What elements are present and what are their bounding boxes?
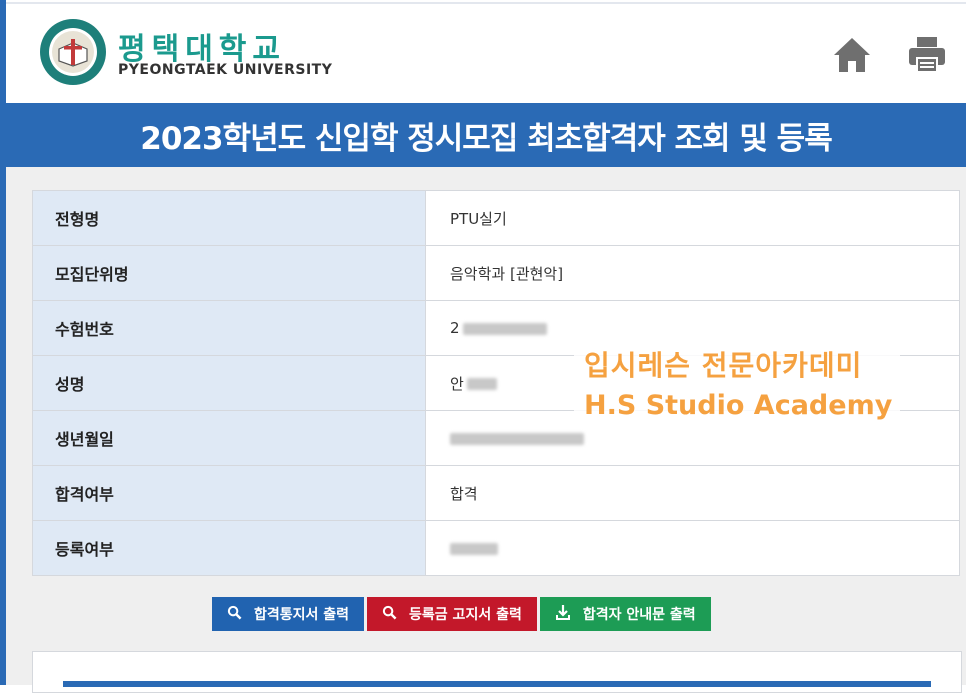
redacted-blur bbox=[450, 432, 584, 445]
page-title-bar: 2023학년도 신입학 정시모집 최초합격자 조회 및 등록 bbox=[6, 103, 966, 167]
table-row: 모집단위명 음악학과 [관현악] bbox=[32, 245, 960, 301]
home-icon[interactable] bbox=[832, 34, 872, 74]
redacted-blur bbox=[466, 378, 497, 390]
print-acceptance-notice-label: 합격통지서 출력 bbox=[254, 607, 350, 623]
redacted-blur bbox=[462, 322, 547, 335]
print-admission-guide-button[interactable]: 합격자 안내문 출력 bbox=[539, 597, 711, 631]
watermark-line2: H.S Studio Academy bbox=[584, 390, 893, 421]
lower-panel bbox=[32, 651, 962, 693]
redacted-blur bbox=[450, 542, 498, 555]
row-label-exam-number: 수험번호 bbox=[32, 300, 426, 356]
logo-english-text: PYEONGTAEK UNIVERSITY bbox=[118, 62, 333, 78]
row-value-department: 음악학과 [관현악] bbox=[425, 245, 960, 301]
row-label-admission-type: 전형명 bbox=[32, 190, 426, 246]
row-label-department: 모집단위명 bbox=[32, 245, 426, 301]
lower-panel-bar bbox=[63, 681, 931, 687]
print-admission-guide-label: 합격자 안내문 출력 bbox=[582, 607, 696, 623]
row-label-birthdate: 생년월일 bbox=[32, 410, 426, 466]
action-buttons: 합격통지서 출력 등록금 고지서 출력 합격자 안내문 출력 bbox=[212, 597, 711, 631]
row-value-name: 안 bbox=[450, 374, 464, 393]
table-row: 전형명 PTU실기 bbox=[32, 190, 960, 246]
download-icon bbox=[555, 604, 571, 624]
row-value-exam-number: 2 bbox=[450, 319, 460, 337]
university-emblem-icon bbox=[40, 19, 106, 85]
table-row: 합격여부 합격 bbox=[32, 465, 960, 521]
search-icon bbox=[227, 605, 242, 624]
row-label-name: 성명 bbox=[32, 355, 426, 411]
table-row: 등록여부 bbox=[32, 520, 960, 576]
search-icon bbox=[382, 605, 397, 624]
row-value-admission-type: PTU실기 bbox=[425, 190, 960, 246]
row-value-pass-status: 합격 bbox=[425, 465, 960, 521]
row-label-registration-status: 등록여부 bbox=[32, 520, 426, 576]
row-value-registration-cell bbox=[425, 520, 960, 576]
page-title: 2023학년도 신입학 정시모집 최초합격자 조회 및 등록 bbox=[140, 120, 832, 157]
printer-icon[interactable] bbox=[906, 34, 948, 74]
academy-watermark: 입시레슨 전문아카데미 H.S Studio Academy bbox=[574, 340, 900, 428]
header: 평택대학교 PYEONGTAEK UNIVERSITY bbox=[6, 4, 966, 104]
print-tuition-invoice-label: 등록금 고지서 출력 bbox=[409, 607, 522, 623]
watermark-line1: 입시레슨 전문아카데미 bbox=[584, 349, 863, 382]
row-label-pass-status: 합격여부 bbox=[32, 465, 426, 521]
print-tuition-invoice-button[interactable]: 등록금 고지서 출력 bbox=[367, 597, 537, 631]
print-acceptance-notice-button[interactable]: 합격통지서 출력 bbox=[212, 597, 365, 631]
